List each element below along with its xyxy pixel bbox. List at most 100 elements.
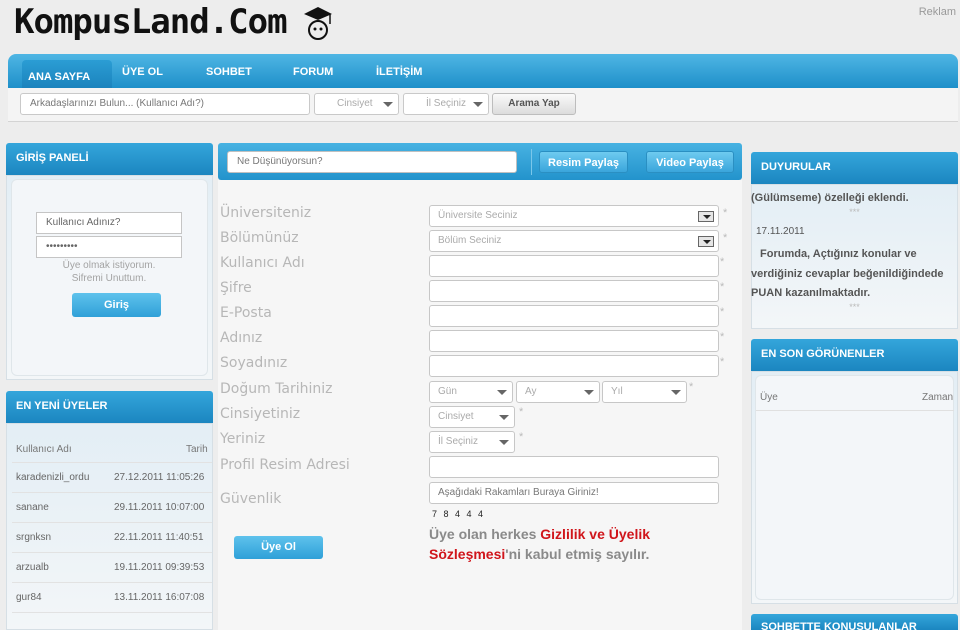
member-name[interactable]: srgnksn [16, 532, 51, 543]
location-select[interactable]: İl Seçiniz [429, 431, 515, 453]
ad-label: Reklam [918, 6, 956, 18]
nav-chat[interactable]: SOHBET [206, 66, 252, 78]
share-bar: Ne Düşünüyorsun? Resim Paylaş Video Payl… [218, 143, 742, 180]
terms-prefix: Üye olan herkes [429, 526, 541, 542]
col-date-header: Tarih [186, 444, 208, 455]
profile-pic-field[interactable] [429, 456, 719, 478]
location-select-value: İl Seçiniz [438, 436, 479, 447]
member-name[interactable]: sanane [16, 502, 49, 513]
register-submit-button[interactable]: Üye Ol [234, 536, 323, 559]
username-field[interactable] [429, 255, 719, 277]
password-field[interactable] [429, 280, 719, 302]
label-birthdate: Doğum Tarihiniz [220, 381, 333, 397]
last-seen-title: EN SON GÖRÜNENLER [751, 339, 958, 371]
member-name[interactable]: karadenizli_ordu [16, 472, 89, 483]
site-logo[interactable]: KompusLand.Com [14, 2, 288, 42]
label-username: Kullanıcı Adı [220, 255, 305, 271]
label-name: Adınız [220, 330, 263, 346]
department-select[interactable]: Bölüm Seciniz [429, 230, 719, 252]
birth-month-value: Ay [525, 386, 537, 397]
birth-month-select[interactable]: Ay [516, 381, 600, 403]
share-photo-button[interactable]: Resim Paylaş [539, 151, 628, 173]
captcha-input[interactable]: Aşağıdaki Rakamları Buraya Giriniz! [429, 482, 719, 504]
department-select-value: Bölüm Seciniz [438, 235, 502, 246]
nav-contact[interactable]: İLETİŞİM [376, 66, 422, 78]
label-location: Yeriniz [220, 431, 266, 447]
status-input[interactable]: Ne Düşünüyorsun? [227, 151, 517, 173]
share-video-button[interactable]: Video Paylaş [646, 151, 734, 173]
gender-filter-value: Cinsiyet [337, 98, 373, 109]
university-select-value: Üniversite Seciniz [438, 210, 518, 221]
required-star: * [720, 281, 725, 293]
label-university: Üniversiteniz [220, 205, 312, 221]
name-field[interactable] [429, 330, 719, 352]
announcement-date: 17.11.2011 [756, 226, 805, 237]
email-field[interactable] [429, 305, 719, 327]
required-star: * [720, 256, 725, 268]
col-username-header: Kullanıcı Adı [16, 444, 72, 455]
search-button[interactable]: Arama Yap [492, 93, 576, 115]
chevron-down-icon [584, 390, 594, 395]
terms-notice: Üye olan herkes Gizlilik ve Üyelik Sözle… [429, 524, 729, 564]
nav-home[interactable]: ANA SAYFA [28, 71, 90, 83]
nav-register[interactable]: ÜYE OL [122, 66, 163, 78]
chevron-down-icon [499, 440, 509, 445]
member-name[interactable]: gur84 [16, 592, 42, 603]
member-name[interactable]: arzualb [16, 562, 49, 573]
gender-select[interactable]: Cinsiyet [429, 406, 515, 428]
required-star: * [720, 356, 725, 368]
city-filter-value: İl Seçiniz [426, 98, 467, 109]
gender-select-value: Cinsiyet [438, 411, 474, 422]
surname-field[interactable] [429, 355, 719, 377]
chevron-down-icon [473, 102, 483, 107]
dropdown-icon [698, 236, 714, 247]
announcement-line: Forumda, Açtığınız konular ve [760, 248, 917, 260]
label-password: Şifre [220, 280, 252, 296]
required-star: * [720, 331, 725, 343]
member-date: 29.11.2011 10:07:00 [114, 502, 205, 513]
member-date: 22.11.2011 11:40:51 [114, 532, 204, 543]
birth-day-select[interactable]: Gün [429, 381, 513, 403]
member-row[interactable]: arzualb 19.11.2011 09:39:53 [12, 553, 212, 583]
terms-suffix: 'ni kabul etmiş sayılır. [505, 546, 650, 562]
gender-filter-select[interactable]: Cinsiyet [314, 93, 399, 115]
member-row[interactable]: sanane 29.11.2011 10:07:00 [12, 493, 212, 523]
nav-forum[interactable]: FORUM [293, 66, 333, 78]
member-row[interactable]: gur84 13.11.2011 16:07:08 [12, 583, 212, 613]
member-date: 27.12.2011 11:05:26 [114, 472, 205, 483]
member-date: 19.11.2011 09:39:53 [114, 562, 205, 573]
member-row[interactable]: srgnksn 22.11.2011 11:40:51 [12, 523, 212, 553]
label-profile-pic: Profil Resim Adresi [220, 457, 350, 473]
password-input[interactable]: ••••••••• [36, 236, 182, 258]
chevron-down-icon [671, 390, 681, 395]
chat-topics-title: SOHBETTE KONUŞULANLAR [751, 614, 958, 630]
university-select[interactable]: Üniversite Seciniz [429, 205, 719, 227]
last-seen-divider [756, 410, 954, 411]
forgot-password-link[interactable]: Sifremi Unuttum. [36, 273, 182, 284]
chevron-down-icon [497, 390, 507, 395]
main-nav: ANA SAYFA ÜYE OL SOHBET FORUM İLETİŞİM [8, 54, 958, 88]
terms-link[interactable]: Gizlilik ve Üyelik [540, 526, 650, 542]
dropdown-icon [698, 211, 714, 222]
birth-year-select[interactable]: Yıl [602, 381, 687, 403]
city-filter-select[interactable]: İl Seçiniz [403, 93, 489, 115]
col-time-header: Zaman [922, 392, 954, 403]
required-star: * [723, 207, 728, 219]
chevron-down-icon [383, 102, 393, 107]
graduation-cap-icon [304, 7, 332, 40]
member-date: 13.11.2011 16:07:08 [114, 592, 205, 603]
login-button[interactable]: Giriş [72, 293, 161, 317]
terms-link-cont[interactable]: Sözleşmesi [429, 546, 505, 562]
label-surname: Soyadınız [220, 355, 288, 371]
username-input[interactable]: Kullanıcı Adınız? [36, 212, 182, 234]
announcement-line: verdiğiniz cevaplar beğenildiğindede [751, 268, 944, 280]
required-star: * [519, 431, 524, 443]
register-link[interactable]: Üye olmak istiyorum. [36, 260, 182, 271]
last-seen-panel [751, 371, 958, 604]
friend-search-input[interactable]: Arkadaşlarınızı Bulun... (Kullanıcı Adı?… [20, 93, 310, 115]
share-divider [531, 149, 532, 175]
announcement-line: PUAN kazanılmaktadır. [751, 287, 871, 299]
member-row[interactable]: karadenizli_ordu 27.12.2011 11:05:26 [12, 463, 212, 493]
captcha-digits: 7 8 4 4 4 [432, 509, 486, 519]
announcements-title: DUYURULAR [751, 152, 958, 184]
